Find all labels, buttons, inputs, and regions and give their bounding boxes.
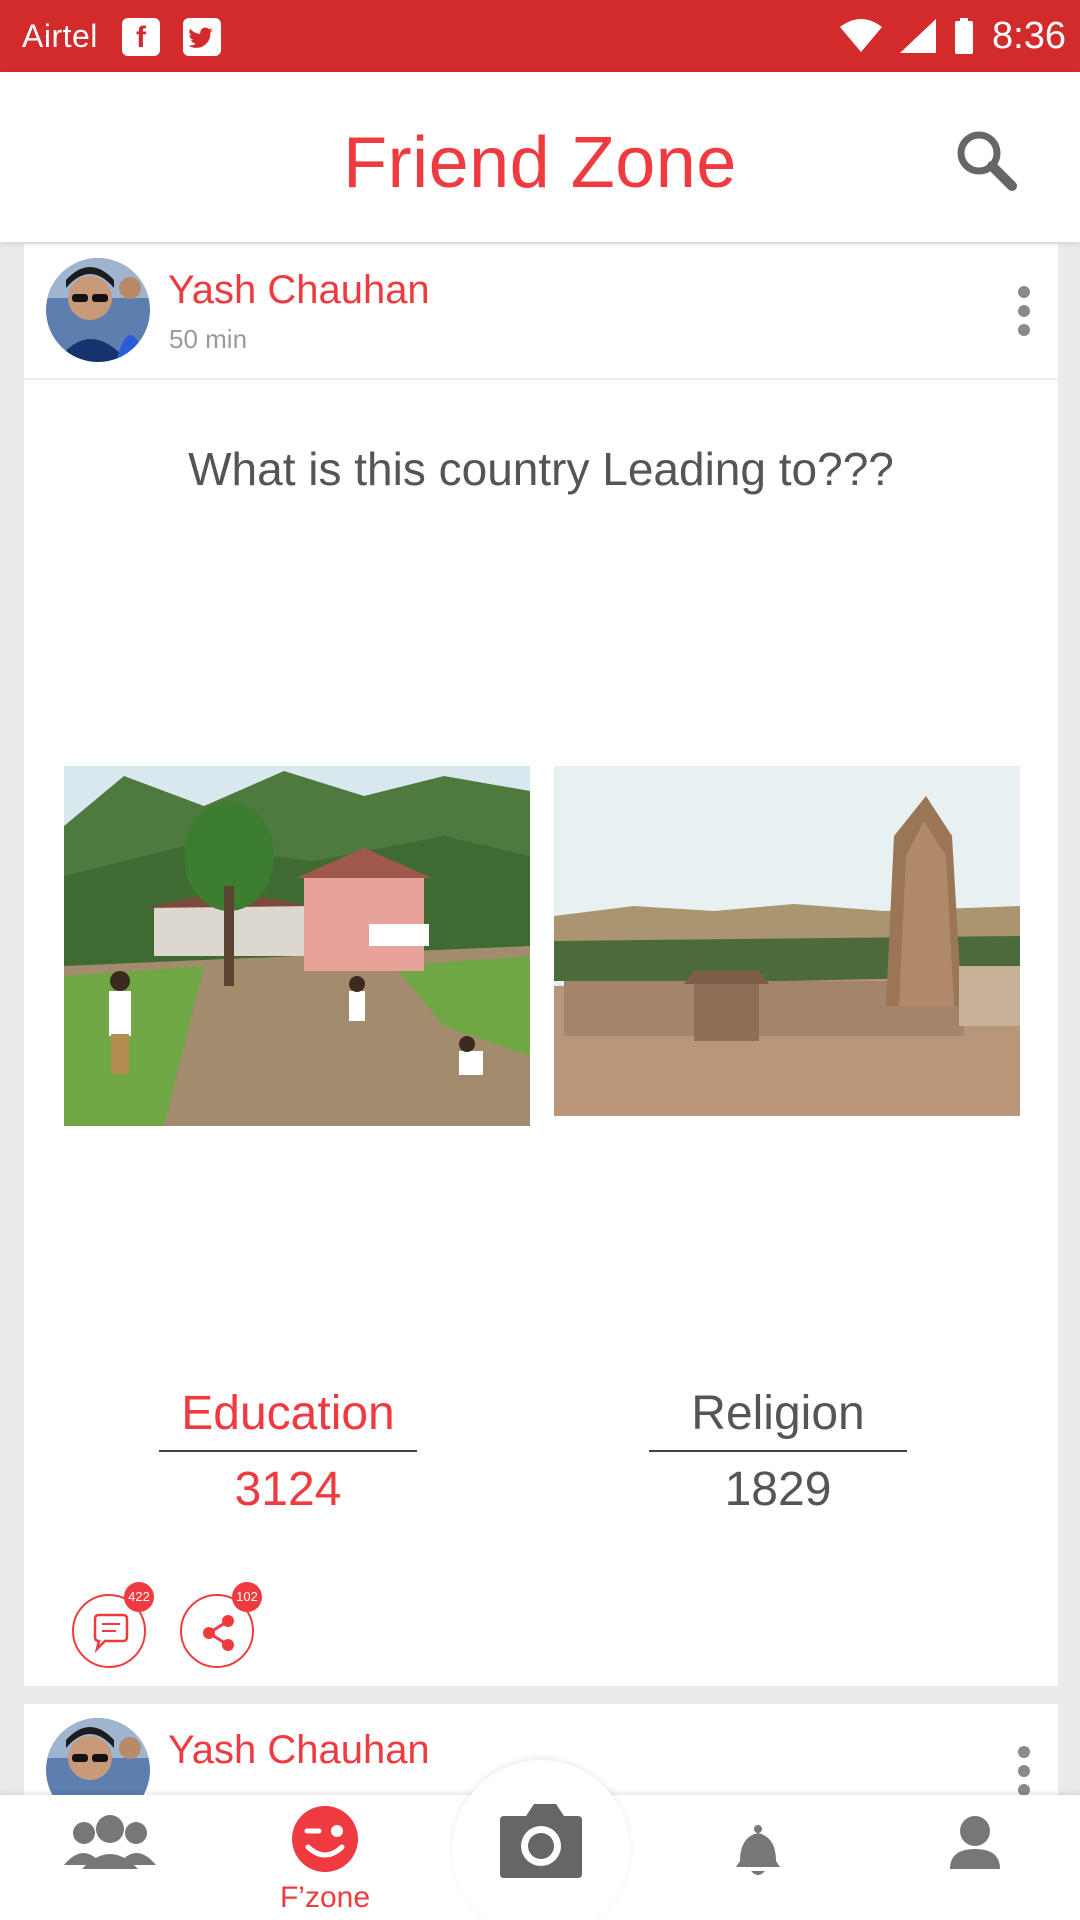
screen: Airtel f 8:36 Friend Zone Yash Chauhan 5… bbox=[0, 0, 1080, 1920]
more-dot-icon bbox=[1018, 1765, 1030, 1777]
bottom-navigation: F’zone bbox=[0, 1760, 1080, 1920]
religion-vote-count: 1829 bbox=[724, 1463, 832, 1516]
wifi-icon bbox=[840, 19, 883, 52]
clock: 8:36 bbox=[992, 14, 1066, 57]
option-underline bbox=[159, 1450, 417, 1452]
nav-notifications[interactable] bbox=[730, 1795, 786, 1920]
share-icon bbox=[203, 1615, 234, 1651]
religion-option-label[interactable]: Religion bbox=[649, 1386, 907, 1441]
post-more-button[interactable] bbox=[1014, 286, 1034, 338]
twitter-notification-icon bbox=[183, 18, 221, 56]
search-icon bbox=[957, 131, 1017, 191]
profile-icon bbox=[950, 1816, 1000, 1869]
comment-count-badge: 422 bbox=[124, 1582, 154, 1612]
comment-button[interactable]: 422 bbox=[72, 1582, 154, 1668]
more-dot-icon bbox=[1018, 324, 1030, 336]
search-button[interactable] bbox=[952, 126, 1022, 196]
post-author[interactable]: Yash Chauhan bbox=[168, 268, 430, 313]
nav-friends[interactable] bbox=[62, 1795, 158, 1920]
wink-face-icon bbox=[292, 1806, 358, 1872]
comment-icon bbox=[93, 1613, 129, 1654]
signal-icon bbox=[900, 19, 937, 53]
bell-icon bbox=[736, 1825, 780, 1875]
more-dot-icon bbox=[1018, 305, 1030, 317]
nav-profile[interactable] bbox=[946, 1795, 1004, 1920]
status-icons: 8:36 bbox=[840, 0, 1066, 72]
share-button[interactable]: 102 bbox=[180, 1582, 262, 1668]
app-title: Friend Zone bbox=[343, 123, 737, 203]
facebook-notification-icon: f bbox=[122, 18, 160, 56]
divider bbox=[24, 378, 1058, 380]
share-count-badge: 102 bbox=[232, 1582, 262, 1612]
option-underline bbox=[649, 1450, 907, 1452]
nav-camera-button[interactable] bbox=[452, 1760, 630, 1920]
carrier-name: Airtel bbox=[22, 18, 98, 54]
post-author[interactable]: Yash Chauhan bbox=[168, 1728, 430, 1773]
status-bar: Airtel f 8:36 bbox=[0, 0, 1080, 72]
education-vote-count: 3124 bbox=[234, 1463, 342, 1516]
more-dot-icon bbox=[1018, 286, 1030, 298]
education-option-label[interactable]: Education bbox=[159, 1386, 417, 1441]
app-bar: Friend Zone bbox=[0, 72, 1080, 242]
battery-icon bbox=[955, 18, 974, 54]
avatar[interactable] bbox=[46, 258, 150, 362]
friends-icon bbox=[64, 1815, 156, 1869]
religion-option-image[interactable] bbox=[554, 766, 1020, 1116]
camera-icon bbox=[500, 1804, 582, 1878]
post-card: Yash Chauhan 50 min What is this country… bbox=[24, 244, 1058, 1686]
nav-fzone-label: F’zone bbox=[279, 1881, 371, 1914]
nav-fzone[interactable]: F’zone bbox=[270, 1795, 380, 1920]
post-question: What is this country Leading to??? bbox=[188, 443, 894, 495]
post-timestamp: 50 min bbox=[169, 324, 248, 354]
post-more-button[interactable] bbox=[1014, 1746, 1034, 1798]
education-option-image[interactable] bbox=[64, 766, 530, 1126]
more-dot-icon bbox=[1018, 1746, 1030, 1758]
